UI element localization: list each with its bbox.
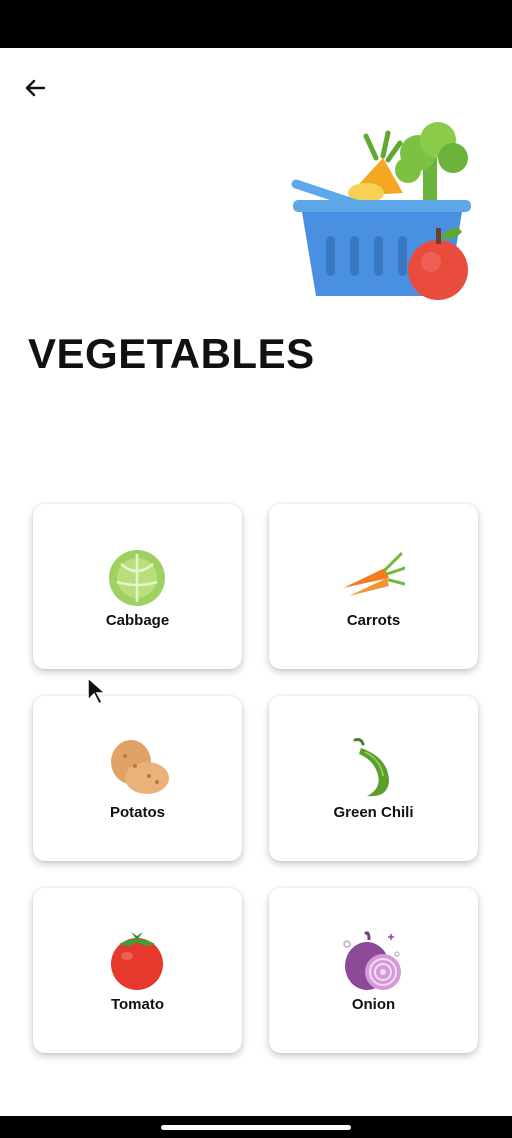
vegetable-label: Green Chili [333, 804, 414, 821]
vegetable-label: Potatos [109, 804, 165, 821]
tomato-icon [111, 932, 163, 990]
vegetable-label: Cabbage [105, 612, 170, 629]
potato-icon [111, 740, 169, 794]
vegetable-label: Onion [351, 996, 396, 1013]
page-title: VEGETABLES [28, 330, 315, 377]
home-indicator[interactable] [161, 1125, 351, 1130]
status-bar [0, 0, 512, 48]
vegetable-card-tomato[interactable]: Tomato [33, 888, 242, 1053]
vegetable-card-potatos[interactable]: Potatos [33, 696, 242, 861]
vegetable-card-cabbage[interactable]: Cabbage [33, 504, 242, 669]
cabbage-icon [109, 550, 165, 606]
vegetable-basket-icon [291, 122, 471, 300]
vegetable-label: Carrots [346, 612, 401, 629]
back-button[interactable] [18, 72, 52, 106]
mouse-cursor-icon [87, 676, 107, 706]
vegetable-label: Tomato [110, 996, 165, 1013]
vegetable-card-onion[interactable]: Onion [269, 888, 478, 1053]
green-chili-icon [353, 738, 389, 797]
onion-icon [343, 931, 401, 990]
vegetable-card-carrots[interactable]: Carrots [269, 504, 478, 669]
arrow-left-icon [25, 79, 46, 97]
carrot-icon [343, 552, 405, 596]
vegetable-card-green-chili[interactable]: Green Chili [269, 696, 478, 861]
